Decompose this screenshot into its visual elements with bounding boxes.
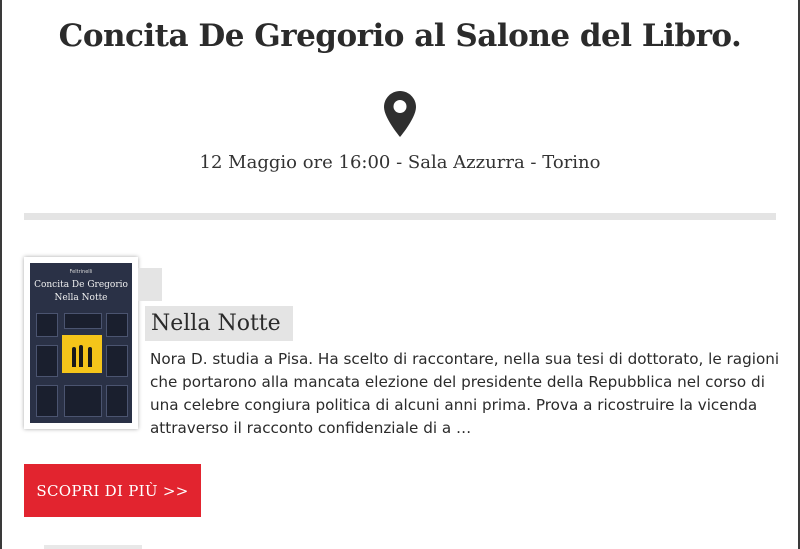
cover-figure bbox=[72, 347, 76, 367]
cover-lit-window bbox=[62, 335, 102, 373]
book-cover-image: Feltrinelli Concita De Gregorio Nella No… bbox=[30, 263, 132, 423]
event-datetime-location: 12 Maggio ore 16:00 - Sala Azzurra - Tor… bbox=[199, 152, 601, 173]
cover-window bbox=[64, 313, 102, 329]
map-pin-icon bbox=[384, 91, 416, 137]
cover-window bbox=[106, 345, 128, 377]
section-divider bbox=[24, 213, 776, 220]
cover-window bbox=[64, 385, 102, 417]
event-title: Concita De Gregorio al Salone del Libro. bbox=[58, 18, 742, 54]
next-item-placeholder bbox=[44, 545, 142, 549]
title-label-accent bbox=[138, 268, 162, 301]
cover-window bbox=[36, 385, 58, 417]
discover-more-button[interactable]: SCOPRI DI PIÙ >> bbox=[24, 464, 201, 517]
frame-left-border bbox=[0, 0, 2, 549]
cover-window bbox=[36, 345, 58, 377]
book-title[interactable]: Nella Notte bbox=[145, 306, 293, 341]
cover-author: Concita De Gregorio bbox=[34, 280, 128, 290]
cover-figure bbox=[79, 345, 83, 367]
book-cover-link[interactable]: Feltrinelli Concita De Gregorio Nella No… bbox=[24, 257, 138, 429]
cover-window bbox=[106, 313, 128, 337]
book-description: Nora D. studia a Pisa. Ha scelto di racc… bbox=[150, 350, 780, 437]
cover-title: Nella Notte bbox=[54, 293, 108, 303]
cover-window bbox=[36, 313, 58, 337]
cover-publisher: Feltrinelli bbox=[69, 269, 93, 275]
cover-window bbox=[106, 385, 128, 417]
cover-figure bbox=[88, 347, 92, 367]
